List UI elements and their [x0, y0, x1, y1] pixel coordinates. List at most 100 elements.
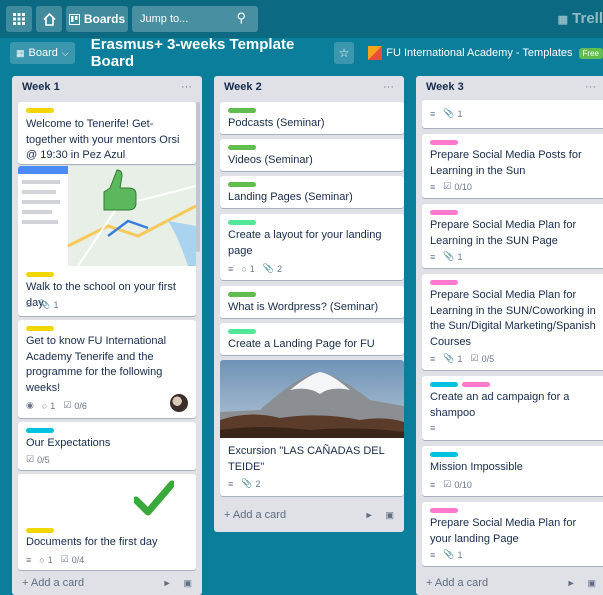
attachment-badge: 📎 2	[263, 263, 282, 274]
comment-count: 1	[47, 554, 53, 565]
list-item[interactable]: Create a layout for your landing page ≡ …	[220, 214, 404, 280]
add-card-button[interactable]: + Add a card ► ▣	[22, 572, 192, 594]
paperclip-icon: 📎	[443, 549, 455, 559]
list-item[interactable]: Documents for the first day ≡ ○ 1 ☑ 0/4	[18, 474, 196, 570]
card-badges: ≡ 📎 1 ☑ 0/5	[430, 353, 494, 364]
label-lime	[228, 329, 256, 334]
card-badges: ≡ 📎 1	[430, 108, 463, 119]
template-icon[interactable]: ▣	[587, 578, 596, 589]
card-title: Our Expectations	[26, 437, 111, 449]
board-menu-button[interactable]: ▦ Board ⌵	[10, 42, 75, 64]
description-icon: ≡	[430, 181, 436, 192]
checklist-badge: ☑ 0/10	[443, 479, 472, 490]
list-item[interactable]: ≡ 📎 1	[422, 100, 603, 128]
card-title: Prepare Social Media Plan for Learning i…	[430, 289, 596, 348]
list-week-1: Week 1 ··· Welcome to Tenerife! Get-toge…	[12, 76, 202, 595]
label-icon[interactable]: ►	[567, 578, 576, 589]
map-cover-image	[18, 166, 196, 266]
description-icon: ≡	[430, 423, 436, 433]
list-item[interactable]: Welcome to Tenerife! Get-together with y…	[18, 102, 196, 164]
label-icon[interactable]: ►	[365, 510, 374, 521]
list-item[interactable]: Podcasts (Seminar)	[220, 102, 404, 134]
label-green	[228, 145, 256, 150]
trello-logo-icon: ▦	[557, 14, 568, 26]
checklist-count: 0/10	[454, 181, 472, 192]
description-icon: ≡	[430, 353, 436, 364]
grid-icon[interactable]	[6, 6, 32, 32]
add-card-button[interactable]: + Add a card ► ▣	[224, 504, 394, 526]
list-item[interactable]: Mission Impossible ≡ ☑ 0/10	[422, 446, 603, 496]
label-blue	[430, 382, 458, 387]
attachment-badge: 📎 1	[443, 353, 462, 364]
boards-button[interactable]: Boards	[66, 6, 128, 32]
trello-logo[interactable]: ▦ Trell	[558, 10, 603, 27]
plus-icon: +	[426, 577, 435, 589]
attachment-badge: 📎 1	[39, 299, 58, 310]
attachment-count: 2	[276, 263, 282, 274]
attachment-count: 1	[457, 108, 463, 119]
template-icon[interactable]: ▣	[385, 510, 394, 521]
list-item[interactable]: Our Expectations ☑ 0/5	[18, 422, 196, 470]
label-lime	[228, 220, 256, 225]
checklist-count: 0/10	[454, 479, 472, 490]
list-week-2: Week 2 ··· Podcasts (Seminar) Videos (Se…	[214, 76, 404, 532]
checklist-count: 0/5	[37, 454, 50, 465]
avatar[interactable]	[170, 394, 188, 412]
list-title[interactable]: Week 2	[224, 81, 262, 93]
card-title: Landing Pages (Seminar)	[228, 191, 353, 203]
description-icon: ≡	[430, 251, 436, 262]
board-menu-label: Board	[28, 47, 58, 59]
team-logo	[368, 46, 383, 60]
more-icon[interactable]: ···	[585, 81, 596, 93]
comment-icon: ○	[39, 554, 45, 565]
list-item[interactable]: Excursion "LAS CAÑADAS DEL TEIDE" ≡ 📎 2	[220, 360, 404, 496]
list-item[interactable]: Prepare Social Media Posts for Learning …	[422, 134, 603, 198]
card-badges: ≡ 📎 1	[26, 299, 59, 310]
list-header: Week 2 ···	[214, 76, 404, 98]
board-canvas: Boards Jump to... ⚲ ▦ Trell ▦ Board ⌵ Er…	[0, 0, 603, 595]
checklist-count: 0/6	[74, 400, 87, 411]
label-icon[interactable]: ►	[163, 578, 172, 589]
card-badges: ≡ ☑ 0/10	[430, 181, 472, 192]
list-item[interactable]: What is Wordpress? (Seminar)	[220, 286, 404, 318]
board-menu-icon: ▦	[16, 47, 25, 58]
description-icon: ≡	[430, 549, 436, 560]
comment-count: 1	[249, 263, 255, 274]
more-icon[interactable]: ···	[181, 81, 192, 93]
more-icon[interactable]: ···	[383, 81, 394, 93]
list-item[interactable]: Videos (Seminar)	[220, 139, 404, 171]
list-item[interactable]: Prepare Social Media Plan for Learning i…	[422, 204, 603, 268]
list-item[interactable]: Landing Pages (Seminar)	[220, 176, 404, 208]
label-blue	[26, 428, 54, 433]
list-title[interactable]: Week 1	[22, 81, 60, 93]
attachment-badge: 📎 1	[443, 108, 462, 119]
list-item[interactable]: Get to know FU International Academy Ten…	[18, 320, 196, 418]
list-item[interactable]: Prepare Social Media Plan for your landi…	[422, 502, 603, 566]
search-input[interactable]: Jump to... ⚲	[132, 6, 258, 32]
list-item[interactable]: Create an ad campaign for a shampoo ≡	[422, 376, 603, 440]
home-icon[interactable]	[36, 6, 62, 32]
label-green	[228, 182, 256, 187]
label-blue	[430, 452, 458, 457]
add-card-button[interactable]: + Add a card ► ▣	[426, 572, 596, 594]
card-title: Documents for the first day	[26, 536, 158, 548]
team-button[interactable]: FU International Academy - Templates Fre…	[368, 46, 603, 60]
list-item[interactable]: Create a Landing Page for FU Café	[220, 323, 404, 355]
checklist-badge: ☑ 0/5	[26, 454, 50, 465]
card-badges: ≡ 📎 2	[228, 478, 261, 489]
card-badges: ≡	[430, 423, 435, 433]
list-title[interactable]: Week 3	[426, 81, 464, 93]
list-item[interactable]: Walk to the school on your first day ≡ 📎…	[18, 166, 196, 316]
scrollbar[interactable]	[196, 102, 200, 252]
attachment-count: 1	[53, 299, 59, 310]
plan-badge: Free	[578, 47, 603, 59]
search-icon[interactable]: ⚲	[236, 10, 246, 26]
checklist-icon: ☑	[443, 479, 452, 489]
card-title: Prepare Social Media Plan for Learning i…	[430, 219, 577, 247]
template-icon[interactable]: ▣	[183, 578, 192, 589]
card-title: Prepare Social Media Posts for Learning …	[430, 149, 582, 177]
list-item[interactable]: Prepare Social Media Plan for Learning i…	[422, 274, 603, 370]
star-icon[interactable]: ☆	[333, 42, 355, 64]
label-pink	[430, 140, 458, 145]
board-title[interactable]: Erasmus+ 3-weeks Template Board	[91, 36, 324, 70]
